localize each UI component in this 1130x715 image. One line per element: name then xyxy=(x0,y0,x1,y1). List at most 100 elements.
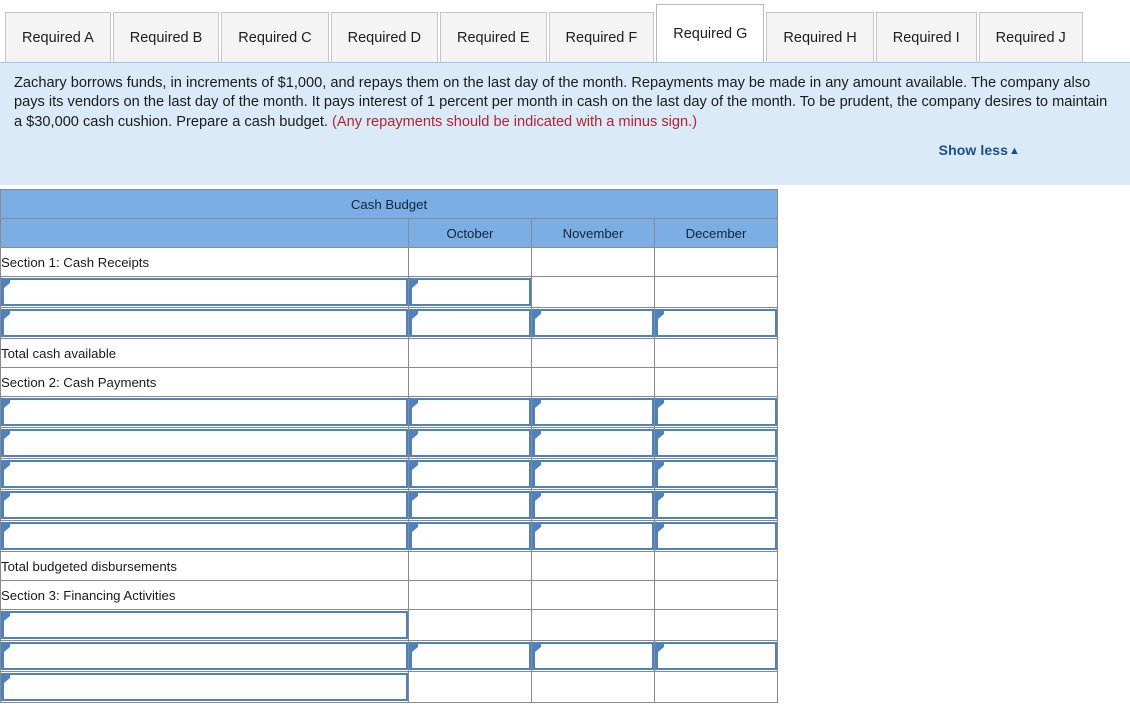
row-label-input-cell xyxy=(0,427,409,459)
amount-input-december[interactable] xyxy=(655,460,777,488)
show-less-label: Show less xyxy=(938,142,1008,159)
show-less-row: Show less▲ xyxy=(14,142,1112,158)
instructions-text: Zachary borrows funds, in increments of … xyxy=(14,74,1112,132)
total-cell-november xyxy=(531,671,655,703)
amount-input-november[interactable] xyxy=(532,522,654,550)
row-label-input[interactable] xyxy=(1,429,408,457)
column-header-october: October xyxy=(408,218,532,248)
row-label-cell: Total cash available xyxy=(0,338,409,368)
input-value xyxy=(411,524,529,548)
total-cell-december xyxy=(654,338,778,368)
amount-input-october[interactable] xyxy=(409,398,531,426)
table-row: Total budgeted disbursements xyxy=(0,551,778,581)
tab-required-b[interactable]: Required B xyxy=(112,12,220,62)
table-row: Total cash available xyxy=(0,338,778,368)
amount-cell-october xyxy=(408,489,532,521)
input-value xyxy=(657,431,775,455)
amount-input-october[interactable] xyxy=(409,491,531,519)
amount-cell-november xyxy=(531,640,655,672)
table-row xyxy=(0,489,778,521)
amount-input-october[interactable] xyxy=(409,278,531,306)
row-label-input[interactable] xyxy=(1,460,408,488)
cash-budget-table: Cash Budget October November December Sect… xyxy=(0,189,778,703)
row-label-input[interactable] xyxy=(1,491,408,519)
amount-input-december[interactable] xyxy=(655,491,777,519)
tab-required-h[interactable]: Required H xyxy=(766,12,874,62)
amount-input-november[interactable] xyxy=(532,642,654,670)
column-header-blank xyxy=(0,218,409,248)
tab-required-j[interactable]: Required J xyxy=(978,12,1083,62)
input-value xyxy=(534,524,652,548)
amount-input-october[interactable] xyxy=(409,460,531,488)
table-row xyxy=(0,427,778,459)
amount-input-october[interactable] xyxy=(409,429,531,457)
row-label-input-cell xyxy=(0,458,409,490)
amount-cell-october xyxy=(408,307,532,339)
amount-input-november[interactable] xyxy=(532,460,654,488)
table-row xyxy=(0,520,778,552)
tab-required-f[interactable]: Required F xyxy=(548,12,655,62)
tab-label: Required C xyxy=(238,30,312,46)
input-value xyxy=(411,311,529,335)
row-label-input[interactable] xyxy=(1,278,408,306)
input-value xyxy=(657,311,775,335)
total-cell-december xyxy=(654,671,778,703)
show-less-button[interactable]: Show less▲ xyxy=(939,142,1020,158)
tab-required-e[interactable]: Required E xyxy=(439,12,547,62)
tab-label: Required H xyxy=(783,30,857,46)
input-value xyxy=(411,493,529,517)
amount-input-october[interactable] xyxy=(409,522,531,550)
amount-input-december[interactable] xyxy=(655,429,777,457)
amount-cell-november xyxy=(531,307,655,339)
amount-input-november[interactable] xyxy=(532,309,654,337)
total-cell-october xyxy=(408,338,532,368)
tab-label: Required B xyxy=(129,30,203,46)
total-cell-november xyxy=(531,551,655,581)
row-label-input[interactable] xyxy=(1,642,408,670)
amount-input-november[interactable] xyxy=(532,429,654,457)
amount-input-december[interactable] xyxy=(655,309,777,337)
input-value xyxy=(534,462,652,486)
tab-required-d[interactable]: Required D xyxy=(330,12,438,62)
tab-required-i[interactable]: Required I xyxy=(875,12,977,62)
amount-cell-october xyxy=(408,520,532,552)
row-label-input[interactable] xyxy=(1,309,408,337)
tab-label: Required E xyxy=(456,30,530,46)
amount-input-october[interactable] xyxy=(409,309,531,337)
input-value xyxy=(411,280,529,304)
amount-input-october[interactable] xyxy=(409,642,531,670)
amount-input-december[interactable] xyxy=(655,522,777,550)
row-label-input-cell xyxy=(0,276,409,308)
row-label-input[interactable] xyxy=(1,611,408,639)
row-label-input[interactable] xyxy=(1,673,408,701)
table-row: Section 1: Cash Receipts xyxy=(0,247,778,277)
table-row xyxy=(0,458,778,490)
row-label-input[interactable] xyxy=(1,398,408,426)
amount-input-december[interactable] xyxy=(655,398,777,426)
instructions-panel: Zachary borrows funds, in increments of … xyxy=(0,62,1130,185)
blank-cell-november xyxy=(531,609,655,641)
tab-required-a[interactable]: Required A xyxy=(5,12,111,62)
table-row xyxy=(0,609,778,641)
amount-input-december[interactable] xyxy=(655,642,777,670)
amount-cell-october xyxy=(408,427,532,459)
input-value xyxy=(534,493,652,517)
tab-label: Required D xyxy=(347,30,421,46)
amount-cell-november xyxy=(531,520,655,552)
blank-cell-december xyxy=(654,609,778,641)
table-title-row: Cash Budget xyxy=(0,189,778,219)
amount-cell-december xyxy=(654,307,778,339)
amount-cell-november xyxy=(531,458,655,490)
row-label-input-cell xyxy=(0,520,409,552)
tab-required-c[interactable]: Required C xyxy=(221,12,329,62)
amount-input-november[interactable] xyxy=(532,491,654,519)
row-label-input-cell xyxy=(0,396,409,428)
input-value xyxy=(657,644,775,668)
total-cell-november xyxy=(531,338,655,368)
amount-input-november[interactable] xyxy=(532,398,654,426)
instructions-hint: (Any repayments should be indicated with… xyxy=(332,113,698,130)
tab-required-g[interactable]: Required G xyxy=(656,4,765,62)
input-value xyxy=(3,493,406,517)
table-row xyxy=(0,396,778,428)
row-label-input[interactable] xyxy=(1,522,408,550)
